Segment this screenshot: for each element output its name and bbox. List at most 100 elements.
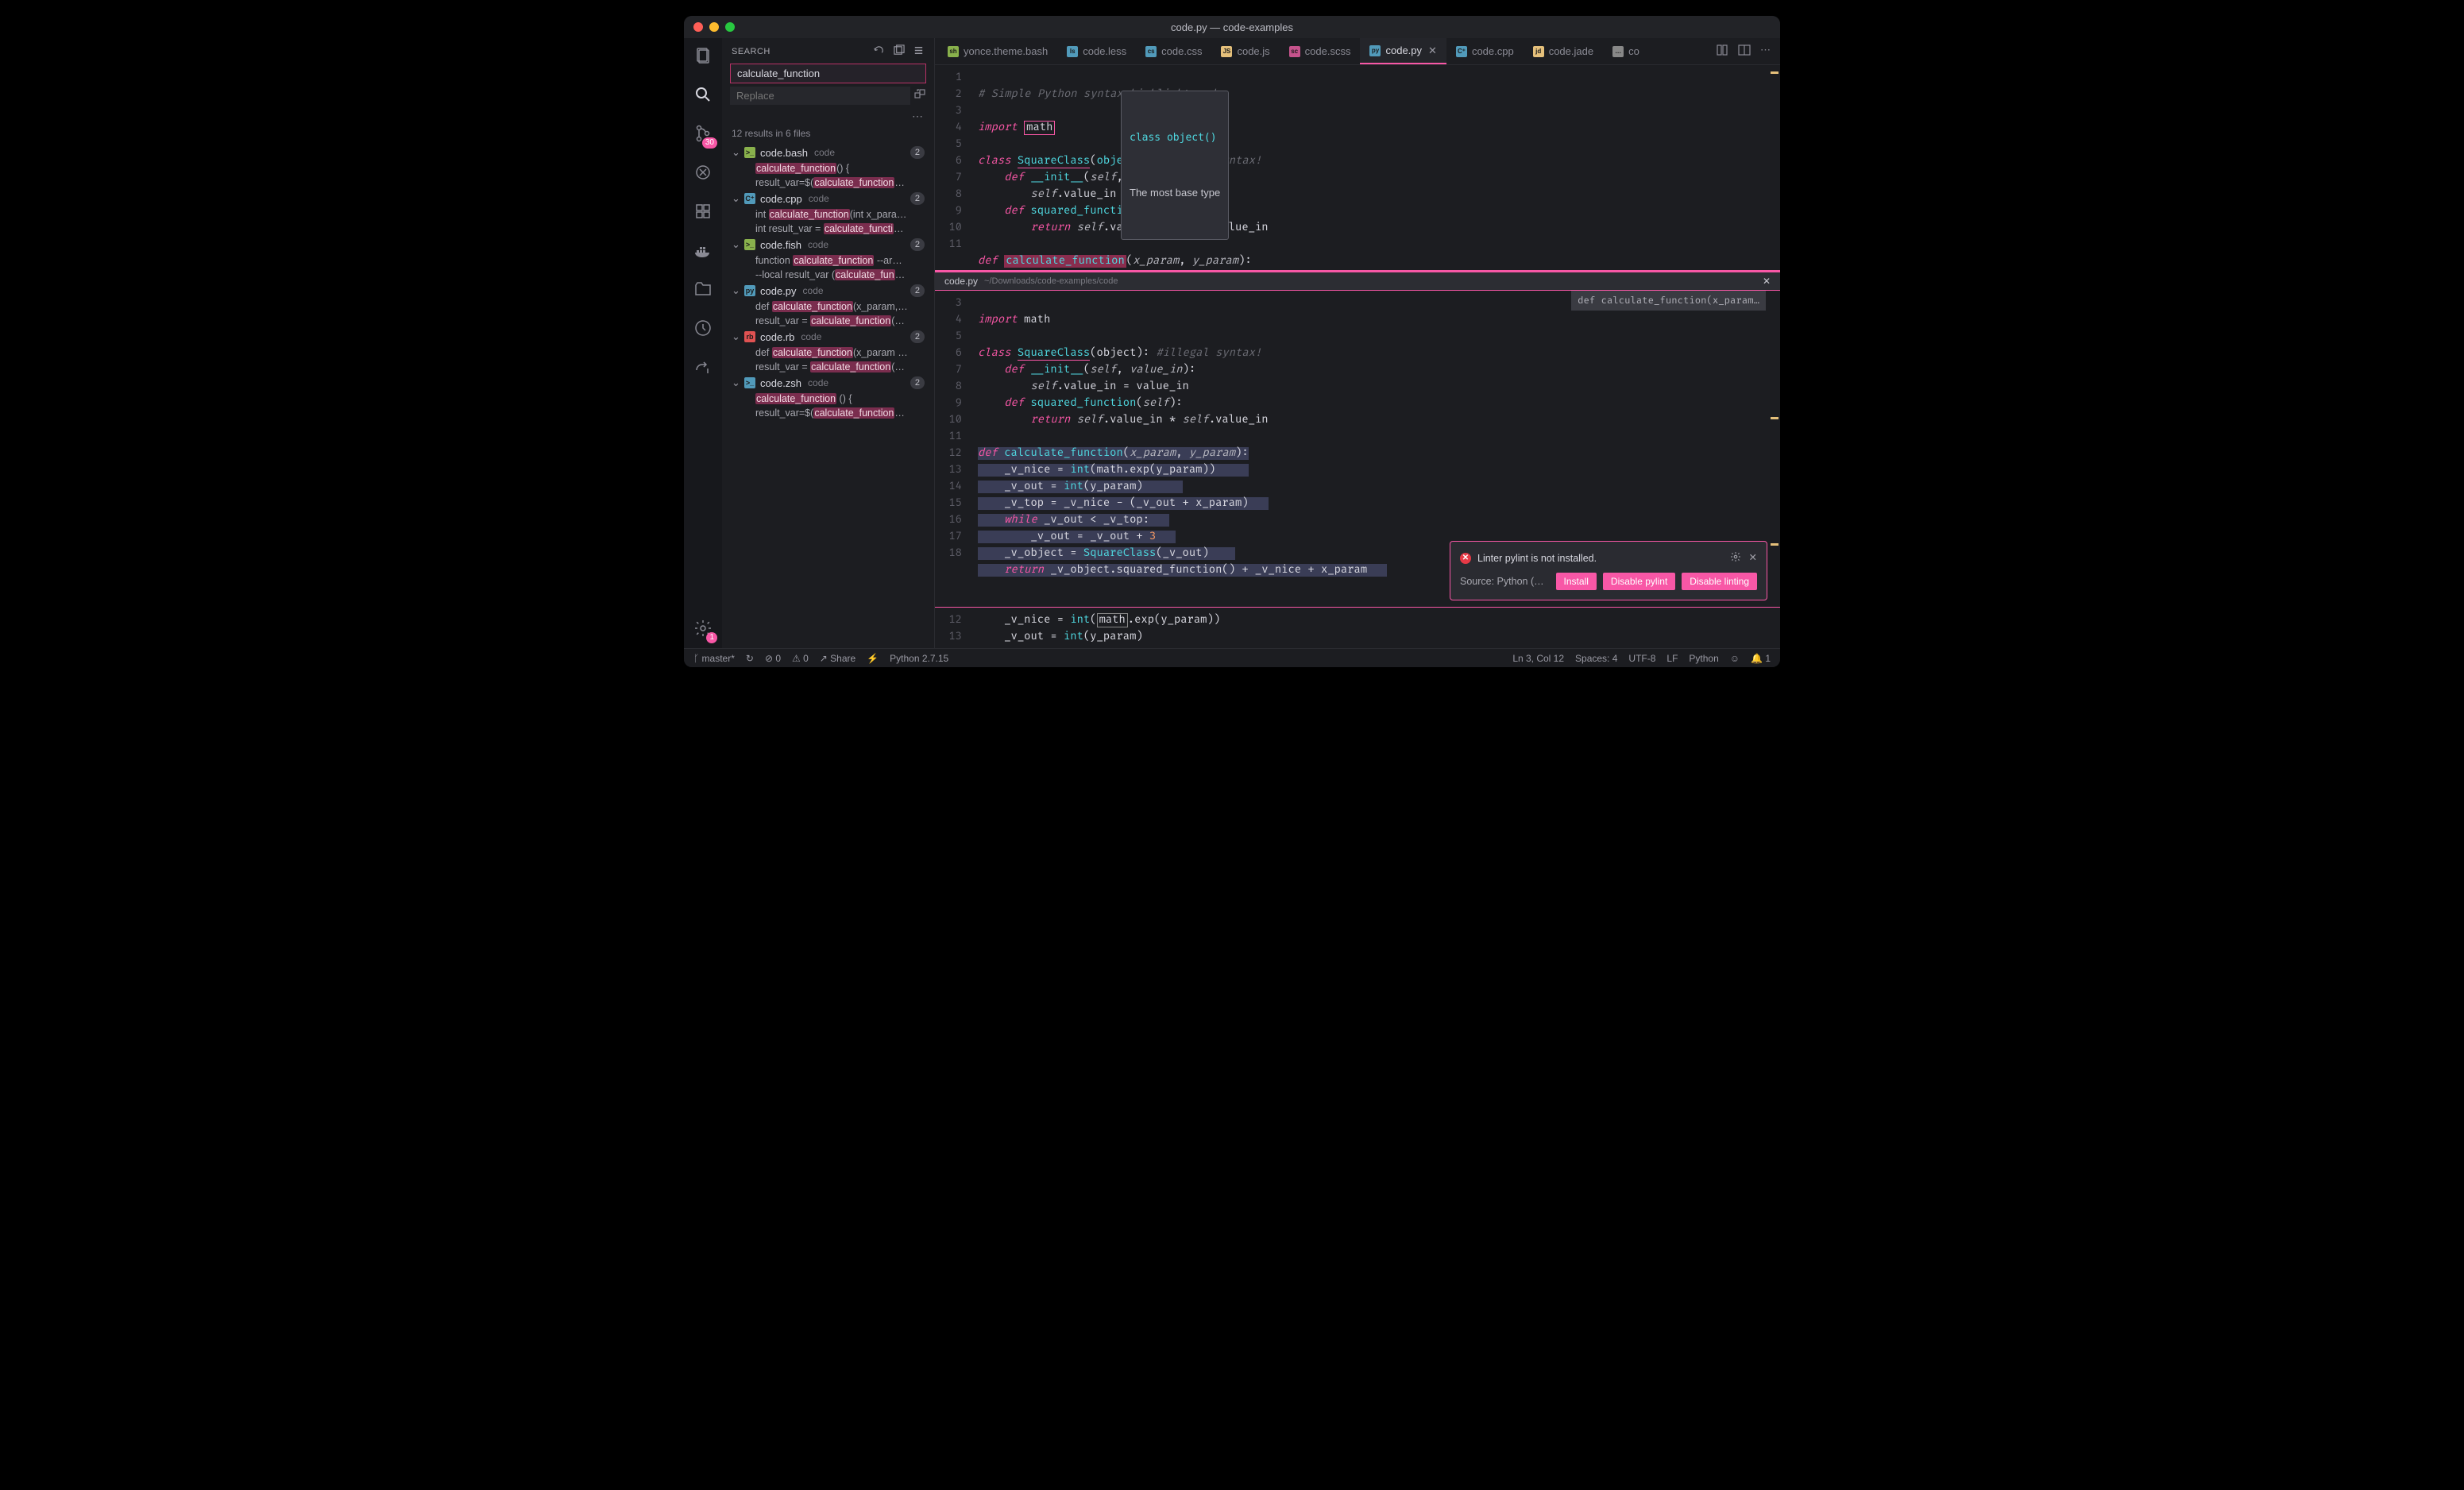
tab-label: co bbox=[1628, 45, 1639, 57]
tab-code-css[interactable]: cs code.css bbox=[1136, 38, 1211, 64]
live-share-icon[interactable] bbox=[693, 357, 713, 379]
language-mode[interactable]: Python bbox=[1689, 653, 1718, 664]
file-icon: C⁺ bbox=[1456, 46, 1467, 57]
encoding-status[interactable]: UTF-8 bbox=[1628, 653, 1655, 664]
search-icon[interactable] bbox=[693, 85, 713, 106]
errors-count[interactable]: ⊘ 0 bbox=[765, 653, 781, 664]
search-file-row[interactable]: ⌄ >_ code.fish code 2 bbox=[727, 236, 929, 253]
tab-code-scss[interactable]: sc code.scss bbox=[1280, 38, 1361, 64]
more-actions-icon[interactable]: ⋯ bbox=[1760, 44, 1771, 59]
file-icon: cs bbox=[1145, 46, 1157, 57]
tab-label: code.js bbox=[1237, 45, 1269, 57]
editor-top[interactable]: 1234567891011 # Simple Python syntax hig… bbox=[935, 65, 1780, 272]
disable-pylint-button[interactable]: Disable pylint bbox=[1603, 573, 1675, 590]
editor-bottom[interactable]: 1213 _v_nice = int(math.exp(y_param)) _v… bbox=[935, 607, 1780, 648]
collapse-icon[interactable] bbox=[913, 44, 925, 59]
feedback-icon[interactable]: ☺ bbox=[1730, 653, 1740, 664]
tab-code-jade[interactable]: jd code.jade bbox=[1524, 38, 1603, 64]
search-more-icon[interactable]: ⋯ bbox=[722, 110, 934, 126]
search-match[interactable]: result_var = calculate_function(… bbox=[727, 360, 929, 374]
folder-icon[interactable] bbox=[693, 280, 713, 301]
split-editor-icon[interactable] bbox=[1738, 44, 1751, 59]
search-file-row[interactable]: ⌄ >_ code.bash code 2 bbox=[727, 144, 929, 161]
tab-code-less[interactable]: ls code.less bbox=[1057, 38, 1136, 64]
search-file-row[interactable]: ⌄ >_ code.zsh code 2 bbox=[727, 374, 929, 392]
editor-tabs: sh yonce.theme.bash ls code.less cs code… bbox=[935, 38, 1780, 65]
scm-badge: 30 bbox=[702, 137, 717, 149]
source-control-icon[interactable]: 30 bbox=[693, 124, 713, 145]
notification-close-icon[interactable]: ✕ bbox=[1749, 551, 1757, 565]
debug-icon[interactable] bbox=[693, 163, 713, 184]
code-area[interactable]: _v_nice = int(math.exp(y_param)) _v_out … bbox=[971, 608, 1780, 648]
docker-icon[interactable] bbox=[693, 241, 713, 262]
search-match[interactable]: calculate_function() { bbox=[727, 161, 929, 176]
tab-code-cpp[interactable]: C⁺ code.cpp bbox=[1446, 38, 1524, 64]
error-icon: ✕ bbox=[1460, 553, 1471, 564]
tab-close-icon[interactable]: ✕ bbox=[1428, 44, 1437, 57]
git-branch[interactable]: ᚴ master* bbox=[693, 653, 735, 664]
minimap[interactable] bbox=[1766, 291, 1780, 607]
cursor-position[interactable]: Ln 3, Col 12 bbox=[1512, 653, 1564, 664]
search-match[interactable]: calculate_function () { bbox=[727, 392, 929, 406]
window-close[interactable] bbox=[693, 22, 703, 32]
peek-path: ~/Downloads/code-examples/code bbox=[984, 276, 1118, 286]
search-match[interactable]: function calculate_function --ar… bbox=[727, 253, 929, 268]
install-button[interactable]: Install bbox=[1556, 573, 1597, 590]
file-icon: JS bbox=[1221, 46, 1232, 57]
search-match[interactable]: result_var = calculate_function(… bbox=[727, 314, 929, 328]
window-minimize[interactable] bbox=[709, 22, 719, 32]
compare-icon[interactable] bbox=[1716, 44, 1728, 59]
disable-linting-button[interactable]: Disable linting bbox=[1682, 573, 1757, 590]
results-count: 12 results in 6 files bbox=[722, 126, 934, 144]
minimap[interactable] bbox=[1766, 65, 1780, 270]
tab-co[interactable]: … co bbox=[1603, 38, 1649, 64]
code-area[interactable]: # Simple Python syntax highlight code im… bbox=[971, 65, 1766, 270]
live-share-status[interactable]: ↗ Share bbox=[820, 653, 855, 664]
tab-yonce-theme-bash[interactable]: sh yonce.theme.bash bbox=[938, 38, 1057, 64]
settings-gear-icon[interactable]: 1 bbox=[693, 619, 713, 640]
replace-all-icon[interactable] bbox=[913, 88, 926, 103]
explorer-icon[interactable] bbox=[693, 46, 713, 68]
tab-code-js[interactable]: JS code.js bbox=[1211, 38, 1279, 64]
extensions-icon[interactable] bbox=[693, 202, 713, 223]
notifications-bell-icon[interactable]: 🔔 1 bbox=[1751, 653, 1771, 664]
search-match[interactable]: int result_var = calculate_functi… bbox=[727, 222, 929, 236]
search-match[interactable]: result_var=$(calculate_function… bbox=[727, 406, 929, 420]
python-version[interactable]: Python 2.7.15 bbox=[890, 653, 948, 664]
bolt-icon[interactable]: ⚡ bbox=[867, 653, 879, 664]
warnings-count[interactable]: ⚠ 0 bbox=[792, 653, 809, 664]
clock-icon[interactable] bbox=[693, 318, 713, 340]
hover-tooltip: class object() The most base type bbox=[1121, 91, 1229, 240]
peek-close-icon[interactable]: ✕ bbox=[1763, 276, 1771, 287]
notification-gear-icon[interactable] bbox=[1730, 551, 1741, 565]
search-file-row[interactable]: ⌄ C⁺ code.cpp code 2 bbox=[727, 190, 929, 207]
sync-icon[interactable]: ↻ bbox=[746, 653, 754, 664]
refresh-icon[interactable] bbox=[873, 44, 885, 59]
replace-input[interactable] bbox=[730, 87, 910, 105]
clear-icon[interactable] bbox=[893, 44, 905, 59]
gutter: 1234567891011 bbox=[935, 65, 971, 270]
peek-filename[interactable]: code.py bbox=[944, 276, 978, 287]
settings-badge: 1 bbox=[706, 632, 717, 643]
search-match[interactable]: --local result_var (calculate_fun… bbox=[727, 268, 929, 282]
titlebar: code.py — code-examples bbox=[684, 16, 1780, 38]
eol-status[interactable]: LF bbox=[1666, 653, 1678, 664]
search-file-row[interactable]: ⌄ rb code.rb code 2 bbox=[727, 328, 929, 345]
search-input[interactable] bbox=[730, 64, 926, 83]
search-match[interactable]: def calculate_function(x_param … bbox=[727, 345, 929, 360]
search-results: ⌄ >_ code.bash code 2 calculate_function… bbox=[722, 144, 934, 648]
status-bar: ᚴ master* ↻ ⊘ 0 ⚠ 0 ↗ Share ⚡ Python 2.7… bbox=[684, 648, 1780, 667]
search-file-row[interactable]: ⌄ py code.py code 2 bbox=[727, 282, 929, 299]
tab-label: code.py bbox=[1385, 44, 1422, 56]
search-match[interactable]: int calculate_function(int x_para… bbox=[727, 207, 929, 222]
search-match[interactable]: def calculate_function(x_param,… bbox=[727, 299, 929, 314]
indent-status[interactable]: Spaces: 4 bbox=[1575, 653, 1617, 664]
window-maximize[interactable] bbox=[725, 22, 735, 32]
file-icon: … bbox=[1612, 46, 1624, 57]
activity-bar: 30 1 bbox=[684, 38, 722, 648]
window-title: code.py — code-examples bbox=[1171, 21, 1293, 33]
tab-code-py[interactable]: py code.py ✕ bbox=[1360, 38, 1446, 64]
search-match[interactable]: result_var=$(calculate_function… bbox=[727, 176, 929, 190]
tab-label: code.css bbox=[1161, 45, 1202, 57]
peek-reference[interactable]: def calculate_function(x_param… bbox=[1571, 291, 1766, 311]
